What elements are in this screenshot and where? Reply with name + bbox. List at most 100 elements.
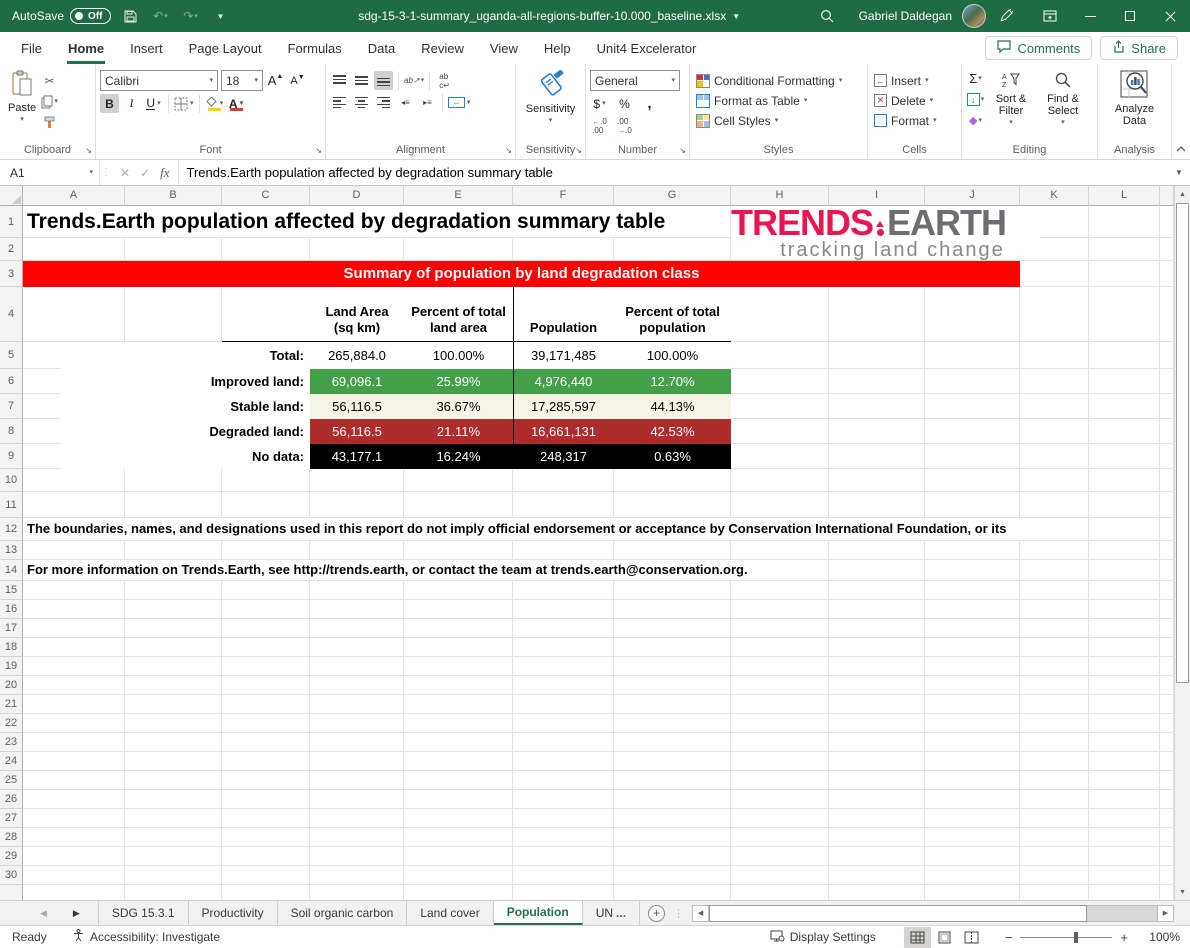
sheet-tab-population[interactable]: Population — [494, 901, 583, 925]
autosum-button[interactable]: Σ▾ — [966, 69, 985, 88]
page-layout-view-button[interactable] — [931, 927, 958, 948]
autosave-toggle[interactable]: AutoSave Off — [12, 8, 111, 24]
zoom-slider[interactable] — [1020, 937, 1112, 938]
format-painter-button[interactable] — [40, 113, 59, 132]
row-header-29[interactable]: 29 — [0, 847, 23, 866]
sheet-tab-overflow[interactable]: UN... — [583, 901, 640, 925]
row-header-9[interactable]: 9 — [0, 444, 23, 469]
table-header-f[interactable]: Population — [513, 287, 614, 342]
row-header-19[interactable]: 19 — [0, 657, 23, 676]
copy-button[interactable]: ▾ — [40, 92, 59, 111]
row-header-7[interactable]: 7 — [0, 394, 23, 419]
col-header-C[interactable]: C — [222, 186, 310, 206]
zoom-level[interactable]: 100% — [1138, 930, 1180, 944]
bold-button[interactable]: B — [100, 94, 119, 113]
summary-banner-cell[interactable]: Summary of population by land degradatio… — [23, 261, 1020, 287]
document-title[interactable]: sdg-15-3-1-summary_uganda-all-regions-bu… — [358, 9, 740, 23]
row-header-1[interactable]: 1 — [0, 206, 23, 238]
font-color-button[interactable]: A▾ — [227, 94, 246, 113]
conditional-formatting-button[interactable]: Conditional Formatting▾ — [694, 71, 863, 90]
sheet-tab-productivity[interactable]: Productivity — [189, 901, 278, 925]
format-cells-button[interactable]: Format▾ — [872, 111, 957, 130]
sensitivity-dialog-launcher[interactable]: ↘ — [575, 147, 582, 155]
cell-g6[interactable]: 12.70% — [614, 369, 731, 394]
confirm-entry-icon[interactable]: ✓ — [140, 166, 150, 180]
middle-align-button[interactable] — [352, 71, 371, 90]
tab-scroll-left-icon[interactable]: ◀ — [40, 908, 47, 919]
redo-icon[interactable]: ↷▾ — [181, 6, 201, 26]
zoom-in-button[interactable]: + — [1120, 930, 1128, 945]
sheet-tab-sdg-15-3-1[interactable]: SDG 15.3.1 — [98, 901, 189, 925]
undo-icon[interactable]: ↶▾ — [151, 6, 171, 26]
find-select-button[interactable]: Find & Select ▾ — [1037, 69, 1089, 141]
analyze-data-button[interactable]: Analyze Data — [1111, 67, 1158, 141]
cell-f7[interactable]: 17,285,597 — [513, 394, 614, 419]
table-row-label-9[interactable]: No data: — [60, 444, 310, 469]
cell-f8[interactable]: 16,661,131 — [513, 419, 614, 444]
cell-g9[interactable]: 0.63% — [614, 444, 731, 469]
row-header-4[interactable]: 4 — [0, 287, 23, 342]
sheet-tab-land-cover[interactable]: Land cover — [407, 901, 493, 925]
top-align-button[interactable] — [330, 71, 349, 90]
italic-button[interactable]: I — [122, 94, 141, 113]
row-header-26[interactable]: 26 — [0, 790, 23, 809]
cell-e8[interactable]: 21.11% — [404, 419, 513, 444]
menu-tab-formulas[interactable]: Formulas — [275, 32, 355, 64]
decrease-font-size-button[interactable]: A▼ — [288, 71, 307, 90]
table-row-label-5[interactable]: Total: — [60, 342, 310, 369]
wrap-text-button[interactable]: abc↵ — [435, 71, 454, 90]
underline-button[interactable]: U▾ — [144, 94, 163, 113]
col-header-L[interactable]: L — [1089, 186, 1160, 206]
avatar[interactable] — [962, 4, 986, 28]
normal-view-button[interactable] — [904, 927, 931, 948]
cell-f6[interactable]: 4,976,440 — [513, 369, 614, 394]
increase-decimal-button[interactable]: ←.0.00 — [590, 116, 609, 135]
cancel-entry-icon[interactable]: ✕ — [120, 166, 130, 180]
menu-tab-file[interactable]: File — [8, 32, 55, 64]
fill-button[interactable]: ↓▾ — [966, 90, 985, 109]
cell-d7[interactable]: 56,116.5 — [310, 394, 404, 419]
percent-style-button[interactable]: % — [615, 94, 634, 113]
window-maximize-button[interactable] — [1110, 0, 1150, 32]
menu-tab-data[interactable]: Data — [355, 32, 408, 64]
clear-button[interactable]: ◆▾ — [966, 111, 985, 130]
row-header-10[interactable]: 10 — [0, 469, 23, 492]
fill-color-button[interactable]: ▾ — [205, 94, 224, 113]
search-icon[interactable] — [817, 6, 837, 26]
menu-tab-review[interactable]: Review — [408, 32, 477, 64]
ribbon-display-options-icon[interactable] — [1030, 0, 1070, 32]
col-header-overflow[interactable] — [1160, 186, 1174, 206]
hscroll-left-arrow[interactable]: ◀ — [692, 905, 709, 922]
clipboard-dialog-launcher[interactable]: ↘ — [85, 147, 92, 155]
name-box[interactable]: A1 ▾ — [0, 160, 100, 185]
zoom-slider-thumb[interactable] — [1074, 932, 1078, 943]
scroll-down-arrow[interactable]: ▼ — [1175, 884, 1190, 900]
horizontal-scrollbar[interactable]: ◀ ▶ — [692, 904, 1174, 922]
col-header-K[interactable]: K — [1020, 186, 1089, 206]
col-header-D[interactable]: D — [310, 186, 404, 206]
note-row-14[interactable]: For more information on Trends.Earth, se… — [27, 560, 763, 580]
font-name-select[interactable]: Calibri▾ — [100, 70, 218, 91]
horizontal-scroll-thumb[interactable] — [709, 905, 1087, 922]
number-format-select[interactable]: General▾ — [590, 70, 680, 91]
increase-indent-button[interactable]: ▸≡ — [418, 93, 437, 112]
row-header-28[interactable]: 28 — [0, 828, 23, 847]
menu-tab-unit4-excelerator[interactable]: Unit4 Excelerator — [584, 32, 710, 64]
zoom-out-button[interactable]: − — [1005, 930, 1013, 945]
table-header-e[interactable]: Percent of total land area — [404, 287, 513, 342]
ink-editor-icon[interactable] — [996, 6, 1016, 26]
cell-f5[interactable]: 39,171,485 — [513, 342, 614, 369]
table-row-label-8[interactable]: Degraded land: — [60, 419, 310, 444]
menu-tab-home[interactable]: Home — [55, 32, 117, 64]
orientation-button[interactable]: ab↗▾ — [404, 71, 424, 90]
sheet-tab-soil-organic-carbon[interactable]: Soil organic carbon — [278, 901, 408, 925]
display-settings-button[interactable]: Display Settings — [770, 930, 876, 945]
cell-e9[interactable]: 16.24% — [404, 444, 513, 469]
cut-button[interactable]: ✂ — [40, 71, 59, 90]
insert-function-icon[interactable]: fx — [160, 165, 169, 181]
menu-tab-view[interactable]: View — [477, 32, 531, 64]
row-header-16[interactable]: 16 — [0, 600, 23, 619]
row-header-5[interactable]: 5 — [0, 342, 23, 369]
row-header-18[interactable]: 18 — [0, 638, 23, 657]
table-row-label-7[interactable]: Stable land: — [60, 394, 310, 419]
